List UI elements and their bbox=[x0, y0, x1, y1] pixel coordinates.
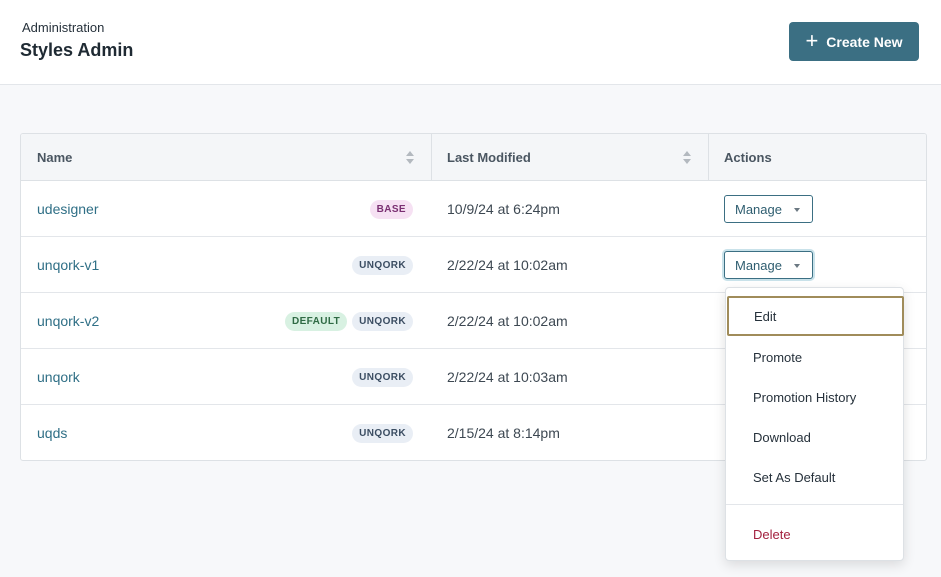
breadcrumb[interactable]: Administration bbox=[22, 20, 104, 35]
page-header: Administration Styles Admin + Create New bbox=[0, 0, 941, 85]
last-modified-cell: 2/22/24 at 10:03am bbox=[447, 369, 568, 385]
manage-dropdown-button[interactable]: Manage bbox=[724, 251, 813, 279]
table-header: Name Last Modified Actions bbox=[21, 134, 926, 181]
badge-group: UNQORK bbox=[352, 237, 413, 293]
unqork-badge: UNQORK bbox=[352, 423, 413, 443]
create-new-button[interactable]: + Create New bbox=[789, 22, 919, 61]
sort-icon[interactable] bbox=[683, 151, 691, 165]
column-header-label: Last Modified bbox=[447, 150, 531, 165]
menu-divider bbox=[726, 504, 903, 505]
column-header-actions: Actions bbox=[709, 134, 926, 181]
style-name-link[interactable]: unqork-v1 bbox=[37, 237, 99, 293]
menu-item-promotion-history[interactable]: Promotion History bbox=[726, 377, 903, 417]
chevron-down-icon bbox=[794, 264, 800, 268]
last-modified-cell: 2/22/24 at 10:02am bbox=[447, 257, 568, 273]
unqork-badge: UNQORK bbox=[352, 311, 413, 331]
badge-group: DEFAULT UNQORK bbox=[284, 293, 413, 349]
manage-dropdown-button[interactable]: Manage bbox=[724, 195, 813, 223]
last-modified-cell: 10/9/24 at 6:24pm bbox=[447, 201, 560, 217]
badge-group: BASE bbox=[369, 181, 413, 237]
manage-label: Manage bbox=[735, 201, 782, 217]
badge-group: UNQORK bbox=[352, 405, 413, 460]
badge-group: UNQORK bbox=[352, 349, 413, 405]
table-row: unqork-v1 UNQORK 2/22/24 at 10:02am Mana… bbox=[21, 237, 926, 293]
table-row: udesigner BASE 10/9/24 at 6:24pm Manage bbox=[21, 181, 926, 237]
style-name-link[interactable]: uqds bbox=[37, 405, 67, 460]
last-modified-cell: 2/22/24 at 10:02am bbox=[447, 313, 568, 329]
manage-dropdown-menu: Edit Promote Promotion History Download … bbox=[725, 287, 904, 561]
last-modified-cell: 2/15/24 at 8:14pm bbox=[447, 425, 560, 441]
page-title: Styles Admin bbox=[20, 40, 134, 60]
plus-icon: + bbox=[805, 27, 819, 53]
style-name-link[interactable]: udesigner bbox=[37, 181, 99, 237]
menu-item-download[interactable]: Download bbox=[726, 417, 903, 457]
style-name-link[interactable]: unqork bbox=[37, 349, 80, 405]
unqork-badge: UNQORK bbox=[352, 255, 413, 275]
style-name-link[interactable]: unqork-v2 bbox=[37, 293, 99, 349]
column-header-name[interactable]: Name bbox=[21, 134, 432, 181]
create-new-label: Create New bbox=[826, 33, 903, 50]
menu-item-delete[interactable]: Delete bbox=[726, 514, 903, 554]
column-header-label: Name bbox=[37, 150, 73, 165]
base-badge: BASE bbox=[369, 199, 413, 219]
unqork-badge: UNQORK bbox=[352, 367, 413, 387]
manage-label: Manage bbox=[735, 257, 782, 273]
menu-item-edit[interactable]: Edit bbox=[727, 296, 904, 336]
default-badge: DEFAULT bbox=[284, 311, 348, 331]
column-header-label: Actions bbox=[724, 150, 772, 165]
menu-item-promote[interactable]: Promote bbox=[726, 337, 903, 377]
sort-icon[interactable] bbox=[406, 151, 414, 165]
chevron-down-icon bbox=[794, 208, 800, 212]
menu-item-set-as-default[interactable]: Set As Default bbox=[726, 457, 903, 497]
column-header-last-modified[interactable]: Last Modified bbox=[432, 134, 709, 181]
